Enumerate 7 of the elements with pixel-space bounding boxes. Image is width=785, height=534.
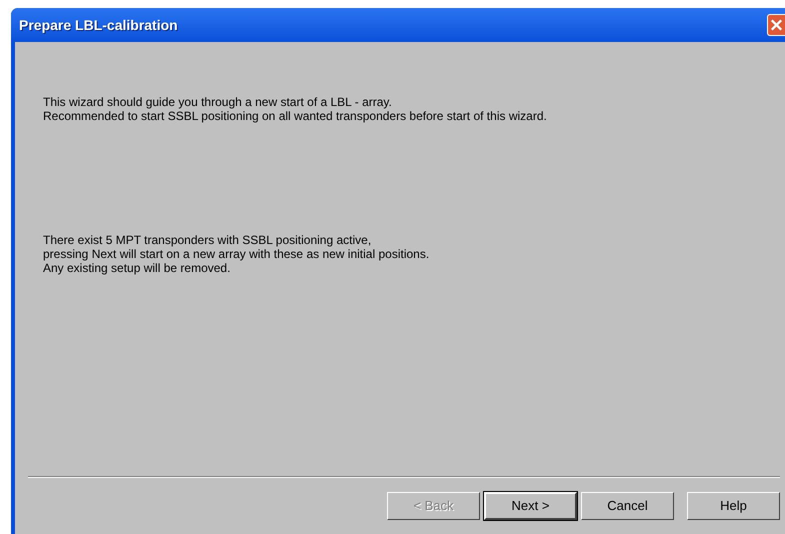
instruction-text: There exist 5 MPT transponders with SSBL positioning active, pressing Next will start on a new array with these as new initial positions. Any existing setup will be removed.: [43, 233, 430, 275]
window-title: Prepare LBL-calibration: [19, 16, 178, 35]
instruction-text: This wizard should guide you through a new start of a LBL - array. Recommended to start SSBL positioning on all wanted transponders before start of this wizard.: [43, 95, 548, 123]
wizard-button[interactable]: Cancel: [581, 492, 674, 520]
close-icon[interactable]: [767, 14, 785, 36]
wizard-button[interactable]: Help: [687, 492, 780, 520]
wizard-button[interactable]: Next >: [484, 492, 577, 520]
